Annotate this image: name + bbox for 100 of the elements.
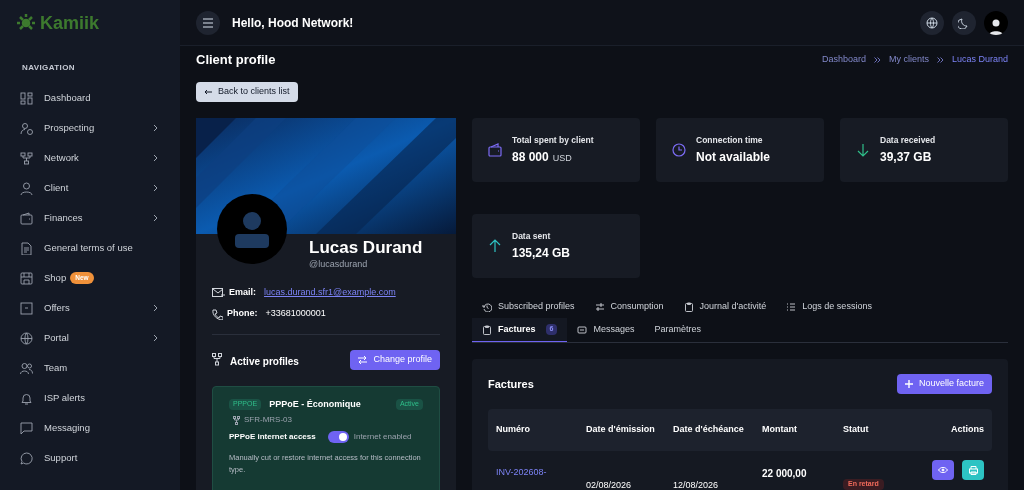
column-header: Montant xyxy=(762,423,798,437)
wallet-icon xyxy=(20,211,33,225)
dashboard-icon xyxy=(20,91,33,105)
section-title: Active profiles xyxy=(230,355,299,370)
profile-name: PPPoE - Économique xyxy=(269,397,361,411)
column-header: Statut xyxy=(843,423,870,437)
dark-mode-button[interactable] xyxy=(952,10,976,35)
users-icon xyxy=(20,361,33,375)
stat-label: Total spent by client xyxy=(512,133,594,147)
greeting: Hello, Hood Network! xyxy=(232,14,354,32)
arrow-left-icon xyxy=(204,89,212,95)
nav-item[interactable]: Prospecting xyxy=(0,113,180,143)
column-header: Numéro xyxy=(496,423,531,437)
stat-value: 135,24 GB xyxy=(512,245,571,263)
nav-item[interactable]: ISP alerts xyxy=(0,383,180,413)
plus-icon xyxy=(904,380,913,388)
breadcrumb-link[interactable]: My clients xyxy=(888,53,929,67)
language-button[interactable] xyxy=(920,10,944,35)
tab[interactable]: Journal d'activité xyxy=(683,300,767,314)
moon-icon xyxy=(958,16,970,29)
globe-icon xyxy=(926,16,938,29)
clipboard-icon xyxy=(683,302,694,312)
access-label: PPPoE internet access xyxy=(229,431,316,444)
stat-label: Connection time xyxy=(696,133,764,147)
client-name: Lucas Durand xyxy=(309,237,424,259)
nav-item[interactable]: General terms of use xyxy=(0,233,180,263)
toggle-label: Internet enabled xyxy=(353,431,412,444)
column-header: Actions xyxy=(950,423,984,437)
chat-icon xyxy=(20,421,33,435)
email-label: Email: xyxy=(229,285,256,299)
column-header: Date d'échéance xyxy=(673,423,745,437)
user-check-icon xyxy=(20,121,33,135)
tab[interactable]: Logs de sessions xyxy=(786,300,872,314)
swap-icon xyxy=(358,355,368,364)
network-icon xyxy=(20,151,33,165)
stat-label: Data sent xyxy=(512,229,552,243)
nav-item[interactable]: Team xyxy=(0,353,180,383)
stat-value: Not available xyxy=(696,149,771,167)
store-icon xyxy=(20,271,33,285)
change-profile-button[interactable]: Change profile xyxy=(350,349,440,370)
tab[interactable]: Paramètres xyxy=(644,318,711,342)
tab[interactable]: Subscribed profiles xyxy=(482,300,575,314)
tab[interactable]: Messages xyxy=(567,318,645,342)
breadcrumb-link[interactable]: Dashboard xyxy=(821,53,866,67)
stat-value: 88 000 xyxy=(512,149,549,167)
speech-bubble-icon xyxy=(20,451,33,465)
clock-icon xyxy=(672,143,686,157)
stat-label: Data received xyxy=(880,133,936,147)
document-icon xyxy=(20,241,33,255)
email-link[interactable]: lucas.durand.sfr1@example.com xyxy=(264,285,396,300)
history-icon xyxy=(482,302,492,312)
new-invoice-button[interactable]: Nouvelle facture xyxy=(896,374,992,394)
client-handle: @lucasdurand xyxy=(309,258,369,272)
nav-item[interactable]: Finances xyxy=(0,203,180,233)
print-button[interactable] xyxy=(962,460,984,480)
invoice-link[interactable]: INV-202608- xyxy=(496,466,586,480)
view-button[interactable] xyxy=(932,460,954,480)
eye-icon xyxy=(938,467,948,473)
phone-number: +33681000001 xyxy=(265,307,326,321)
printer-icon xyxy=(968,465,978,475)
mail-icon xyxy=(212,287,225,298)
breadcrumb-separator-icon xyxy=(936,57,944,63)
box-icon xyxy=(20,301,33,315)
network-icon xyxy=(233,415,240,425)
list-icon xyxy=(786,302,797,312)
internet-toggle[interactable] xyxy=(327,431,349,444)
breadcrumb-separator-icon xyxy=(873,57,881,63)
arrow-down-icon xyxy=(856,143,870,157)
router-name: SFR-MRS-03 xyxy=(244,414,292,427)
sliders-icon xyxy=(594,302,605,312)
message-icon xyxy=(577,325,588,335)
nav-item[interactable]: Client xyxy=(0,173,180,203)
menu-icon xyxy=(202,17,214,28)
table-cell-text: 22 000,00 xyxy=(762,467,808,481)
nav-item[interactable]: Network xyxy=(0,143,180,173)
panel-title: Factures xyxy=(488,376,534,392)
nav-item[interactable]: Messaging xyxy=(0,413,180,443)
phone-label: Phone: xyxy=(227,307,258,321)
section-heading: NAVIGATION xyxy=(21,62,77,74)
menu-button[interactable] xyxy=(196,10,220,35)
network-icon xyxy=(212,353,222,367)
stat-value: 39,37 GB xyxy=(880,149,932,167)
nav-item[interactable]: Offers xyxy=(0,293,180,323)
globe-icon xyxy=(20,331,33,345)
phone-icon xyxy=(212,308,223,320)
bell-icon xyxy=(20,391,33,405)
breadcrumb-link[interactable]: Lucas Durand xyxy=(951,53,1008,67)
brand-name: Kamiik xyxy=(40,11,100,35)
stat-unit: USD xyxy=(552,152,572,166)
tab[interactable]: Consumption xyxy=(594,300,664,314)
user-avatar-button[interactable] xyxy=(984,10,1008,35)
wallet-icon xyxy=(488,143,502,157)
column-header: Date d'émission xyxy=(586,423,656,437)
nav-item[interactable]: Portal xyxy=(0,323,180,353)
page-title: Client profile xyxy=(196,51,276,70)
table-cell-text: 12/08/2026 xyxy=(673,479,720,490)
back-button[interactable]: Back to clients list xyxy=(196,82,298,102)
nav-item[interactable]: Dashboard xyxy=(0,83,180,113)
nav-item[interactable]: Support xyxy=(0,443,180,473)
table-cell-text: 02/08/2026 xyxy=(586,479,633,490)
